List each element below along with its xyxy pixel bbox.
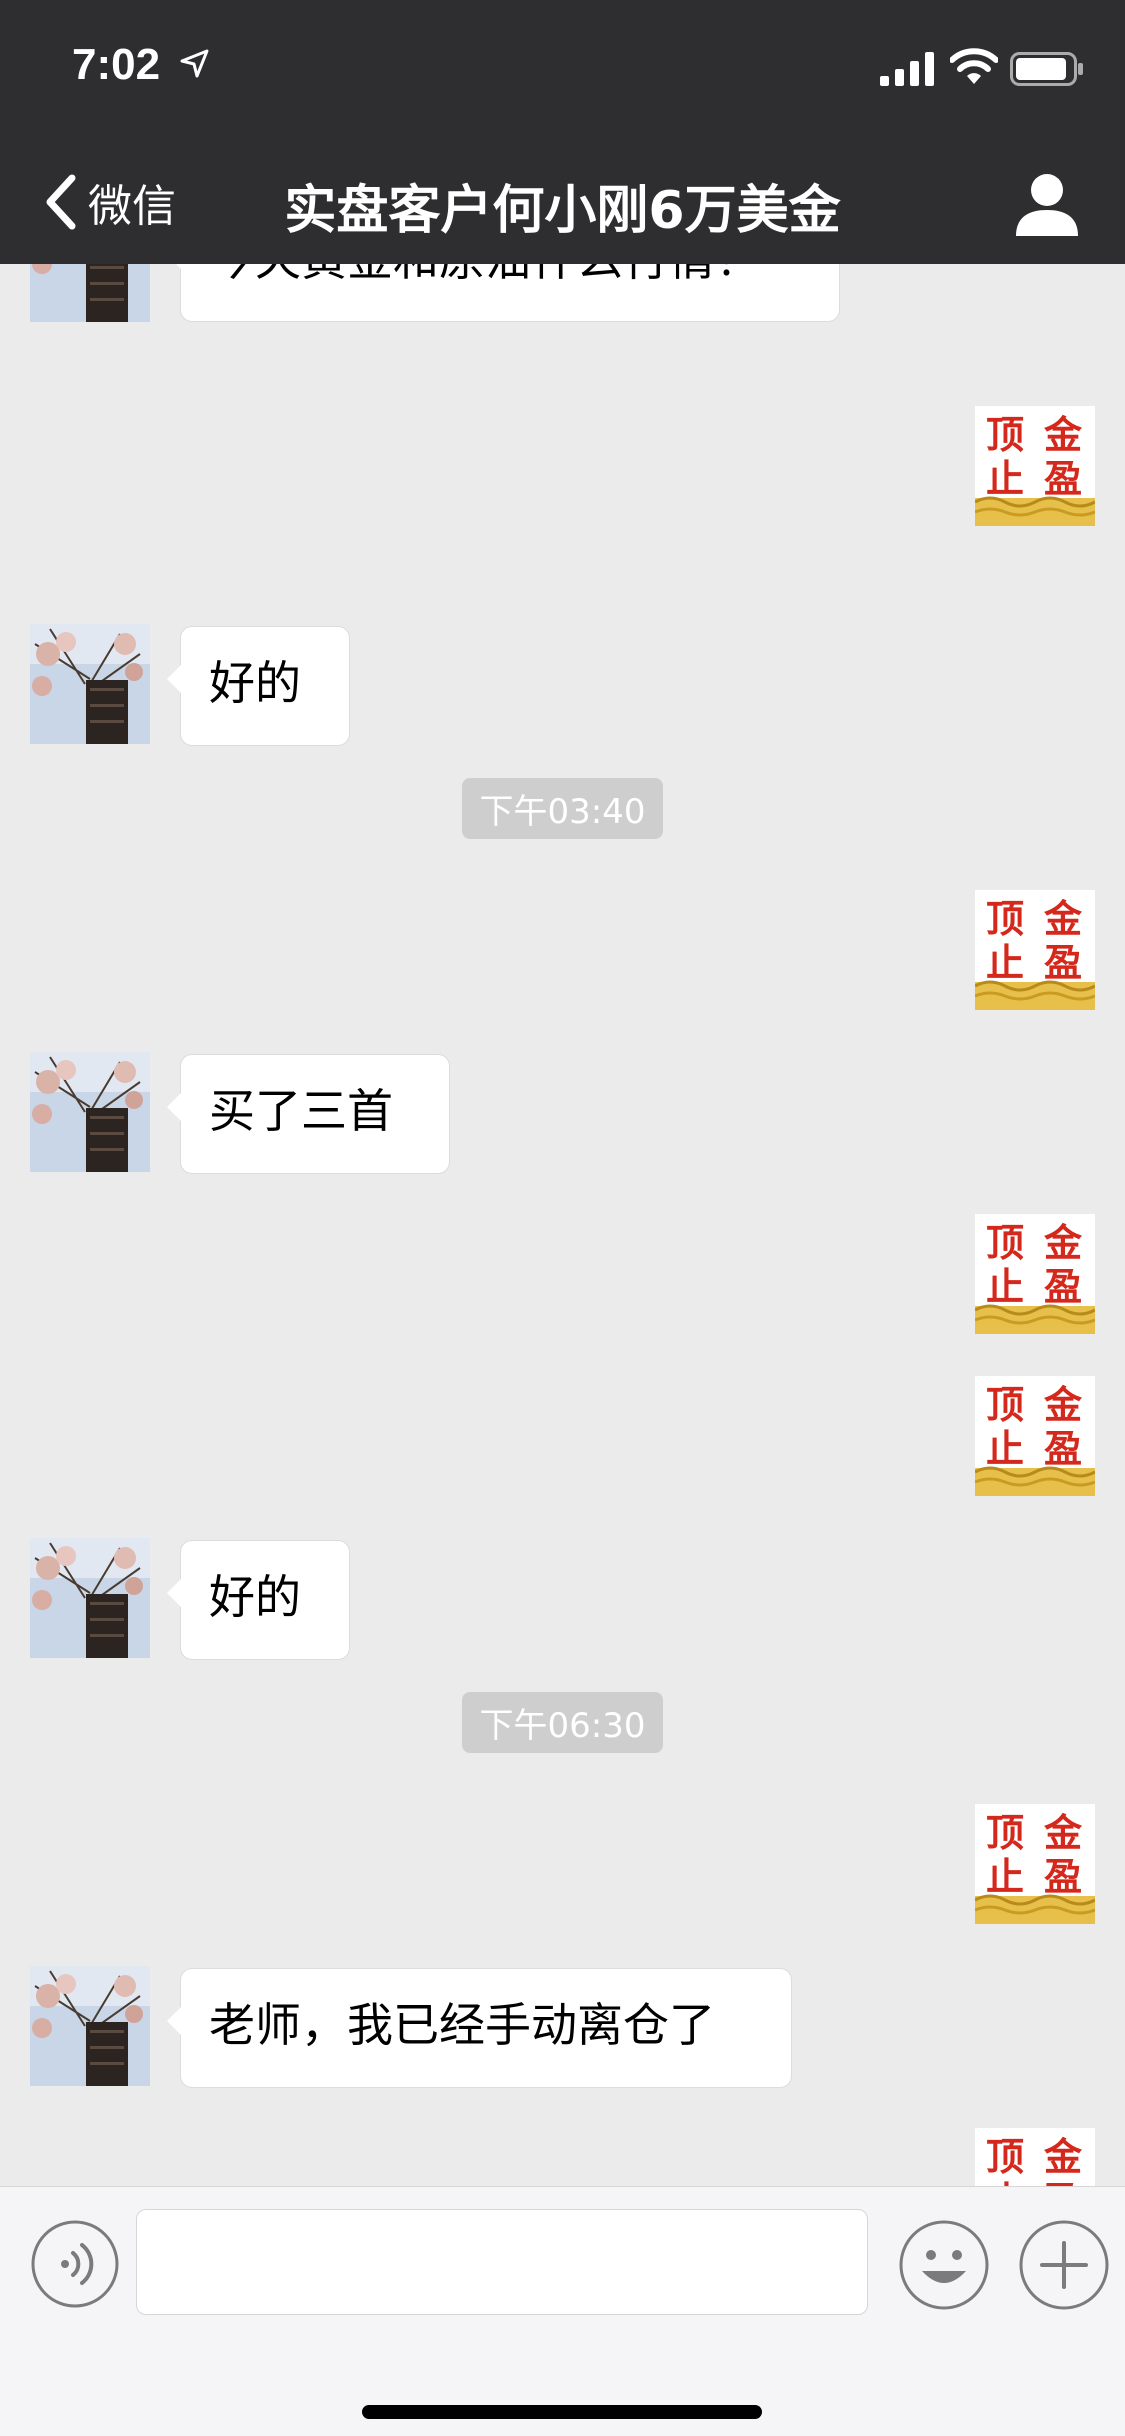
home-indicator [362, 2405, 762, 2419]
timestamp-label: 下午06:30 [461, 1692, 664, 1753]
message-bubble[interactable]: 好的 [167, 626, 350, 746]
my-avatar[interactable]: 顶金止盈 [975, 1376, 1095, 1496]
cellular-signal-icon [880, 52, 934, 86]
avatar-label: 止 [986, 1265, 1024, 1309]
input-toolbar [0, 2186, 1125, 2436]
avatar-label: 盈 [1044, 457, 1082, 501]
my-avatar[interactable]: 顶金止盈 [975, 1214, 1095, 1334]
chat-title: 实盘客户何小刚6万美金 [284, 181, 841, 241]
avatar-label: 金 [1043, 1811, 1083, 1855]
navigation-bar: 7:02 微信 实盘客户何小刚6万美金 [0, 0, 1125, 264]
avatar-label: 止 [986, 1855, 1024, 1899]
avatar-label: 金 [1043, 1383, 1083, 1427]
avatar-label: 金 [1043, 897, 1083, 941]
message-bubble[interactable]: 好的 [167, 1540, 350, 1660]
contact-avatar[interactable] [30, 1538, 150, 1658]
voice-input-icon[interactable] [30, 2219, 120, 2309]
my-avatar[interactable]: 顶金止盈 [975, 890, 1095, 1010]
avatar-label: 金 [1043, 413, 1083, 457]
avatar-label: 盈 [1044, 2179, 1082, 2186]
avatar-label: 顶 [986, 2135, 1024, 2179]
avatar-label: 盈 [1044, 1855, 1082, 1899]
avatar-label: 止 [986, 941, 1024, 985]
battery-icon [1010, 52, 1083, 86]
message-input[interactable] [136, 2209, 868, 2315]
contact-avatar[interactable] [30, 264, 150, 322]
wifi-icon [950, 48, 998, 84]
timestamp: 下午06:30 [0, 1692, 1125, 1753]
avatar-label: 顶 [986, 1221, 1024, 1265]
avatar-label: 金 [1043, 2135, 1083, 2179]
my-avatar[interactable]: 顶金止盈 [975, 1804, 1095, 1924]
message-bubble[interactable]: 买了三首 [167, 1054, 450, 1174]
avatar-label: 盈 [1044, 941, 1082, 985]
contact-avatar[interactable] [30, 1052, 150, 1172]
timestamp: 下午03:40 [0, 778, 1125, 839]
avatar-label: 盈 [1044, 1427, 1082, 1471]
status-time: 7:02 [72, 40, 161, 89]
message-bubble[interactable]: 老师，我已经手动离仓了 [167, 1968, 792, 2088]
avatar-label: 顶 [986, 1811, 1024, 1855]
plus-icon[interactable] [1018, 2219, 1110, 2311]
emoji-icon[interactable] [898, 2219, 990, 2311]
chat-message-list[interactable]: 今天黄金和原油什么行情！顶金止盈黄金1295附近空，原油61.6附近做多好的下午… [0, 264, 1125, 2186]
avatar-label: 止 [986, 2179, 1024, 2186]
avatar-label: 止 [986, 1427, 1024, 1471]
my-avatar[interactable]: 顶金止盈 [975, 406, 1095, 526]
my-avatar[interactable]: 顶金止 盈 [975, 2128, 1095, 2186]
contact-avatar[interactable] [30, 1966, 150, 2086]
avatar-label: 盈 [1044, 1265, 1082, 1309]
message-bubble[interactable]: 今天黄金和原油什么行情！ [167, 264, 840, 322]
avatar-label: 顶 [986, 413, 1024, 457]
avatar-label: 顶 [986, 1383, 1024, 1427]
avatar-label: 止 [986, 457, 1024, 501]
contact-profile-icon[interactable] [1010, 166, 1084, 240]
location-arrow-icon [180, 49, 209, 78]
avatar-label: 顶 [986, 897, 1024, 941]
timestamp-label: 下午03:40 [461, 778, 664, 839]
avatar-label: 金 [1043, 1221, 1083, 1265]
contact-avatar[interactable] [30, 624, 150, 744]
